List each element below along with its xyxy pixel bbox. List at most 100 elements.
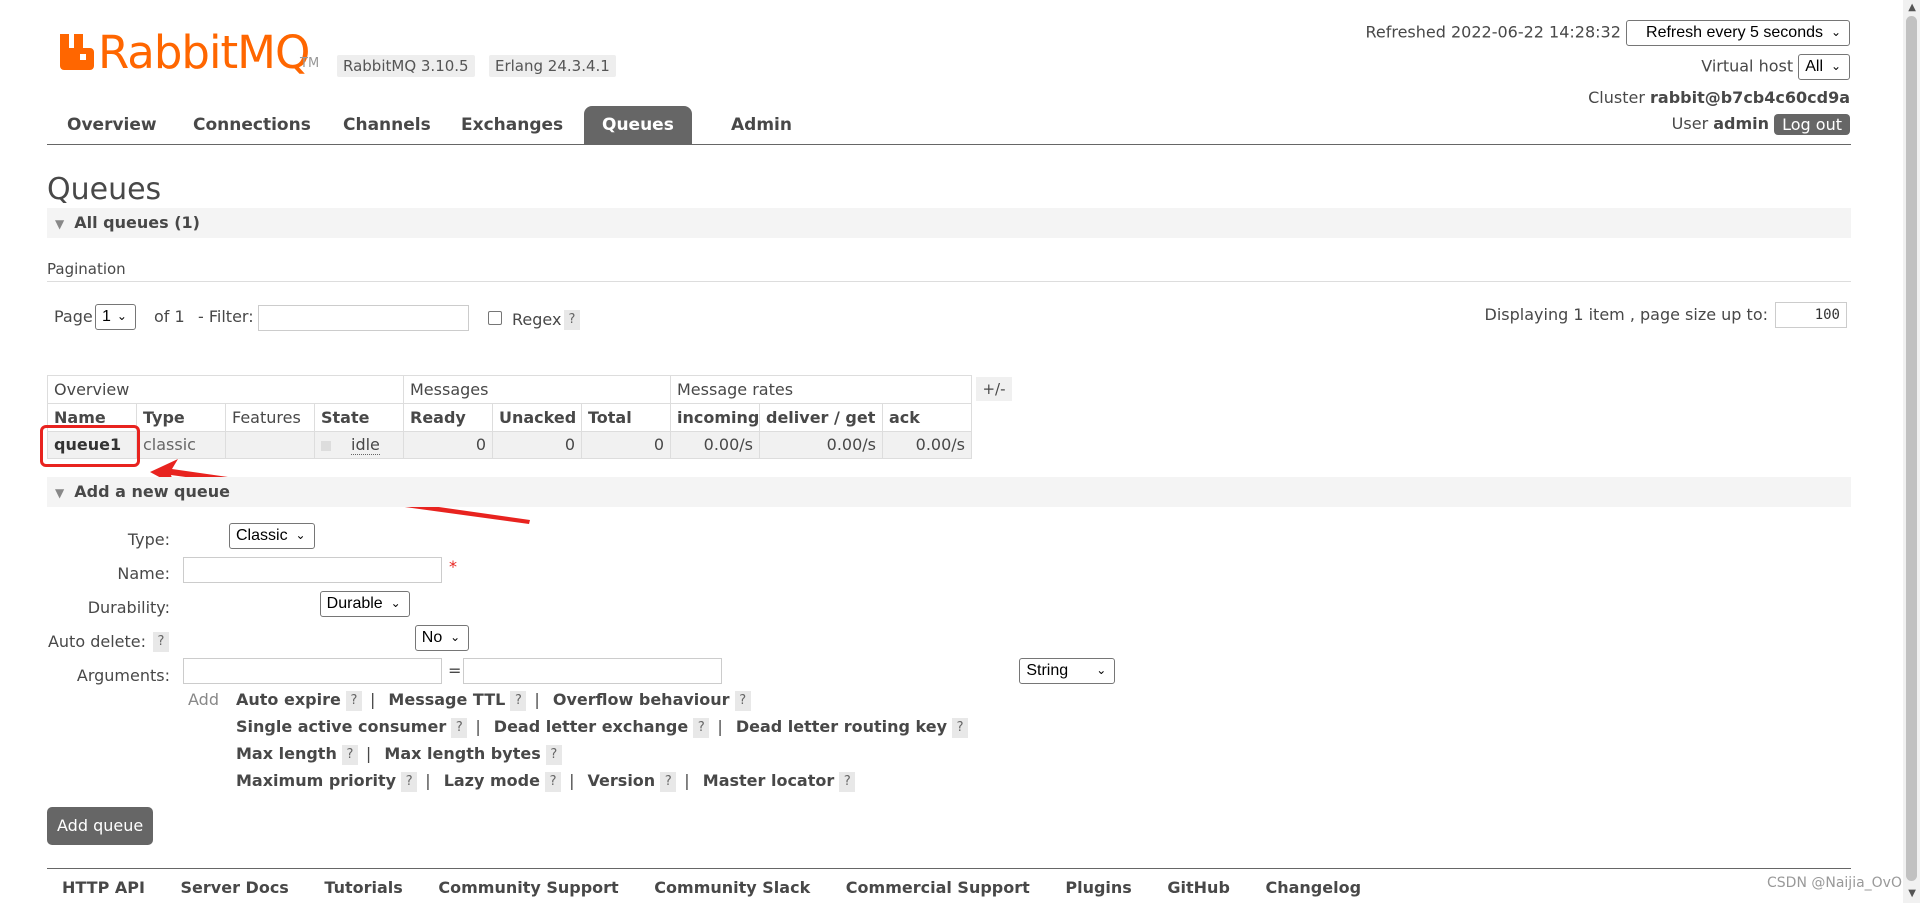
filter-input[interactable]	[258, 305, 469, 331]
regex-checkbox[interactable]	[488, 311, 502, 325]
scroll-down-icon[interactable]: ▼	[1908, 888, 1916, 899]
auto-delete-value: No	[421, 629, 443, 646]
virtual-host-value: All	[1805, 58, 1823, 75]
page-title: Queues	[47, 172, 162, 207]
help-icon[interactable]: ?	[345, 690, 362, 711]
triangle-down-icon: ▼	[55, 486, 65, 500]
page-number-select[interactable]: 1 ⌄	[95, 304, 136, 330]
page-size-input[interactable]: 100	[1775, 302, 1847, 328]
arg-version[interactable]: Version	[588, 771, 656, 790]
help-icon[interactable]: ?	[341, 744, 358, 765]
argument-equals: =	[448, 661, 462, 680]
arg-single-active-consumer[interactable]: Single active consumer	[236, 717, 446, 736]
footer-link-plugins[interactable]: Plugins	[1065, 878, 1131, 897]
column-header-total[interactable]: Total	[581, 403, 671, 432]
arg-maximum-priority[interactable]: Maximum priority	[236, 771, 396, 790]
argument-type-select[interactable]: String ⌄	[1019, 658, 1116, 684]
displaying-count: Displaying 1 item , page size up to:	[1484, 305, 1768, 324]
auto-delete-label: Auto delete:	[47, 632, 146, 651]
arg-dead-letter-exchange[interactable]: Dead letter exchange	[494, 717, 688, 736]
arg-dead-letter-routing-key[interactable]: Dead letter routing key	[736, 717, 947, 736]
annotation-highlight-box	[40, 425, 140, 467]
arg-auto-expire[interactable]: Auto expire	[236, 690, 341, 709]
name-label: Name:	[117, 564, 170, 583]
tab-exchanges[interactable]: Exchanges	[443, 106, 581, 144]
help-icon[interactable]: ?	[451, 717, 468, 738]
column-header-unacked[interactable]: Unacked	[492, 403, 582, 432]
column-header-type[interactable]: Type	[136, 403, 226, 432]
help-icon[interactable]: ?	[660, 771, 677, 792]
footer-link-community-slack[interactable]: Community Slack	[654, 878, 810, 897]
all-queues-section-toggle[interactable]: ▼ All queues (1)	[47, 208, 1851, 238]
help-icon[interactable]: ?	[734, 690, 751, 711]
add-argument-link[interactable]: Add	[188, 690, 219, 709]
scroll-up-icon[interactable]: ▲	[1908, 2, 1916, 13]
argument-type-value: String	[1026, 662, 1069, 679]
add-queue-section-toggle[interactable]: ▼ Add a new queue	[47, 477, 1851, 507]
argument-shortcuts-row-4: Maximum priority ? | Lazy mode ? | Version…	[236, 771, 856, 792]
tab-channels[interactable]: Channels	[325, 106, 449, 144]
footer-link-github[interactable]: GitHub	[1167, 878, 1230, 897]
toggle-columns-button[interactable]: +/-	[976, 377, 1012, 401]
group-header-messages: Messages	[403, 375, 671, 404]
column-header-ready[interactable]: Ready	[403, 403, 493, 432]
argument-value-input[interactable]	[463, 658, 722, 684]
footer-link-tutorials[interactable]: Tutorials	[324, 878, 402, 897]
tab-connections[interactable]: Connections	[175, 106, 329, 144]
tab-admin[interactable]: Admin	[713, 106, 810, 144]
arg-max-length-bytes[interactable]: Max length bytes	[384, 744, 540, 763]
filter-label: - Filter:	[198, 307, 254, 326]
refresh-interval-select[interactable]: Refresh every 5 seconds ⌄	[1626, 20, 1850, 46]
regex-help-icon[interactable]: ?	[564, 310, 580, 330]
chevron-down-icon: ⌄	[1830, 25, 1841, 39]
footer-link-changelog[interactable]: Changelog	[1265, 878, 1361, 897]
footer-link-server-docs[interactable]: Server Docs	[181, 878, 289, 897]
arg-message-ttl[interactable]: Message TTL	[388, 690, 505, 709]
queue-state-text: idle	[351, 435, 380, 455]
queue-type-value: Classic	[236, 527, 288, 544]
group-header-message-rates: Message rates	[670, 375, 972, 404]
arg-lazy-mode[interactable]: Lazy mode	[444, 771, 540, 790]
column-header-ack[interactable]: ack	[882, 403, 972, 432]
refreshed-timestamp: Refreshed 2022-06-22 14:28:32	[1365, 22, 1621, 42]
help-icon[interactable]: ?	[545, 771, 562, 792]
vertical-scrollbar[interactable]: ▲ ▼	[1903, 0, 1920, 903]
tab-queues[interactable]: Queues	[584, 106, 692, 144]
help-icon[interactable]: ?	[545, 744, 562, 765]
help-icon[interactable]: ?	[693, 717, 710, 738]
footer-link-commercial-support[interactable]: Commercial Support	[846, 878, 1030, 897]
virtual-host-label: Virtual host	[1701, 56, 1794, 76]
column-header-deliver-get[interactable]: deliver / get	[759, 403, 883, 432]
argument-key-input[interactable]	[183, 658, 442, 684]
help-icon[interactable]: ?	[952, 717, 969, 738]
durability-select[interactable]: Durable ⌄	[319, 591, 410, 617]
help-icon[interactable]: ?	[510, 690, 527, 711]
help-icon[interactable]: ?	[401, 771, 418, 792]
main-nav: Overview Connections Channels Exchanges …	[47, 106, 1851, 145]
footer-link-http-api[interactable]: HTTP API	[62, 878, 145, 897]
help-icon[interactable]: ?	[839, 771, 856, 792]
add-queue-button[interactable]: Add queue	[47, 807, 154, 845]
queue-type-select[interactable]: Classic ⌄	[229, 523, 315, 549]
auto-delete-help-icon[interactable]: ?	[153, 632, 169, 652]
regex-label: Regex	[512, 310, 562, 329]
auto-delete-select[interactable]: No ⌄	[414, 625, 470, 651]
scrollbar-thumb[interactable]	[1906, 16, 1917, 881]
virtual-host-select[interactable]: All ⌄	[1798, 54, 1850, 80]
arg-max-length[interactable]: Max length	[236, 744, 337, 763]
cluster-name: rabbit@b7cb4c60cd9a	[1650, 88, 1850, 107]
all-queues-heading: All queues (1)	[74, 213, 200, 232]
pagination-divider	[47, 281, 1851, 282]
footer-link-community-support[interactable]: Community Support	[438, 878, 618, 897]
logo-trademark: TM	[300, 56, 320, 71]
arg-master-locator[interactable]: Master locator	[703, 771, 835, 790]
queue-total: 0	[581, 431, 671, 459]
column-header-incoming[interactable]: incoming	[670, 403, 760, 432]
tab-overview[interactable]: Overview	[49, 106, 175, 144]
cluster-label: Cluster	[1588, 88, 1645, 107]
column-header-state[interactable]: State	[314, 403, 404, 432]
queue-name-input[interactable]	[183, 557, 442, 583]
argument-shortcuts-row-3: Max length ? | Max length bytes ?	[236, 744, 562, 765]
group-header-overview: Overview	[47, 375, 404, 404]
arg-overflow-behaviour[interactable]: Overflow behaviour	[553, 690, 730, 709]
